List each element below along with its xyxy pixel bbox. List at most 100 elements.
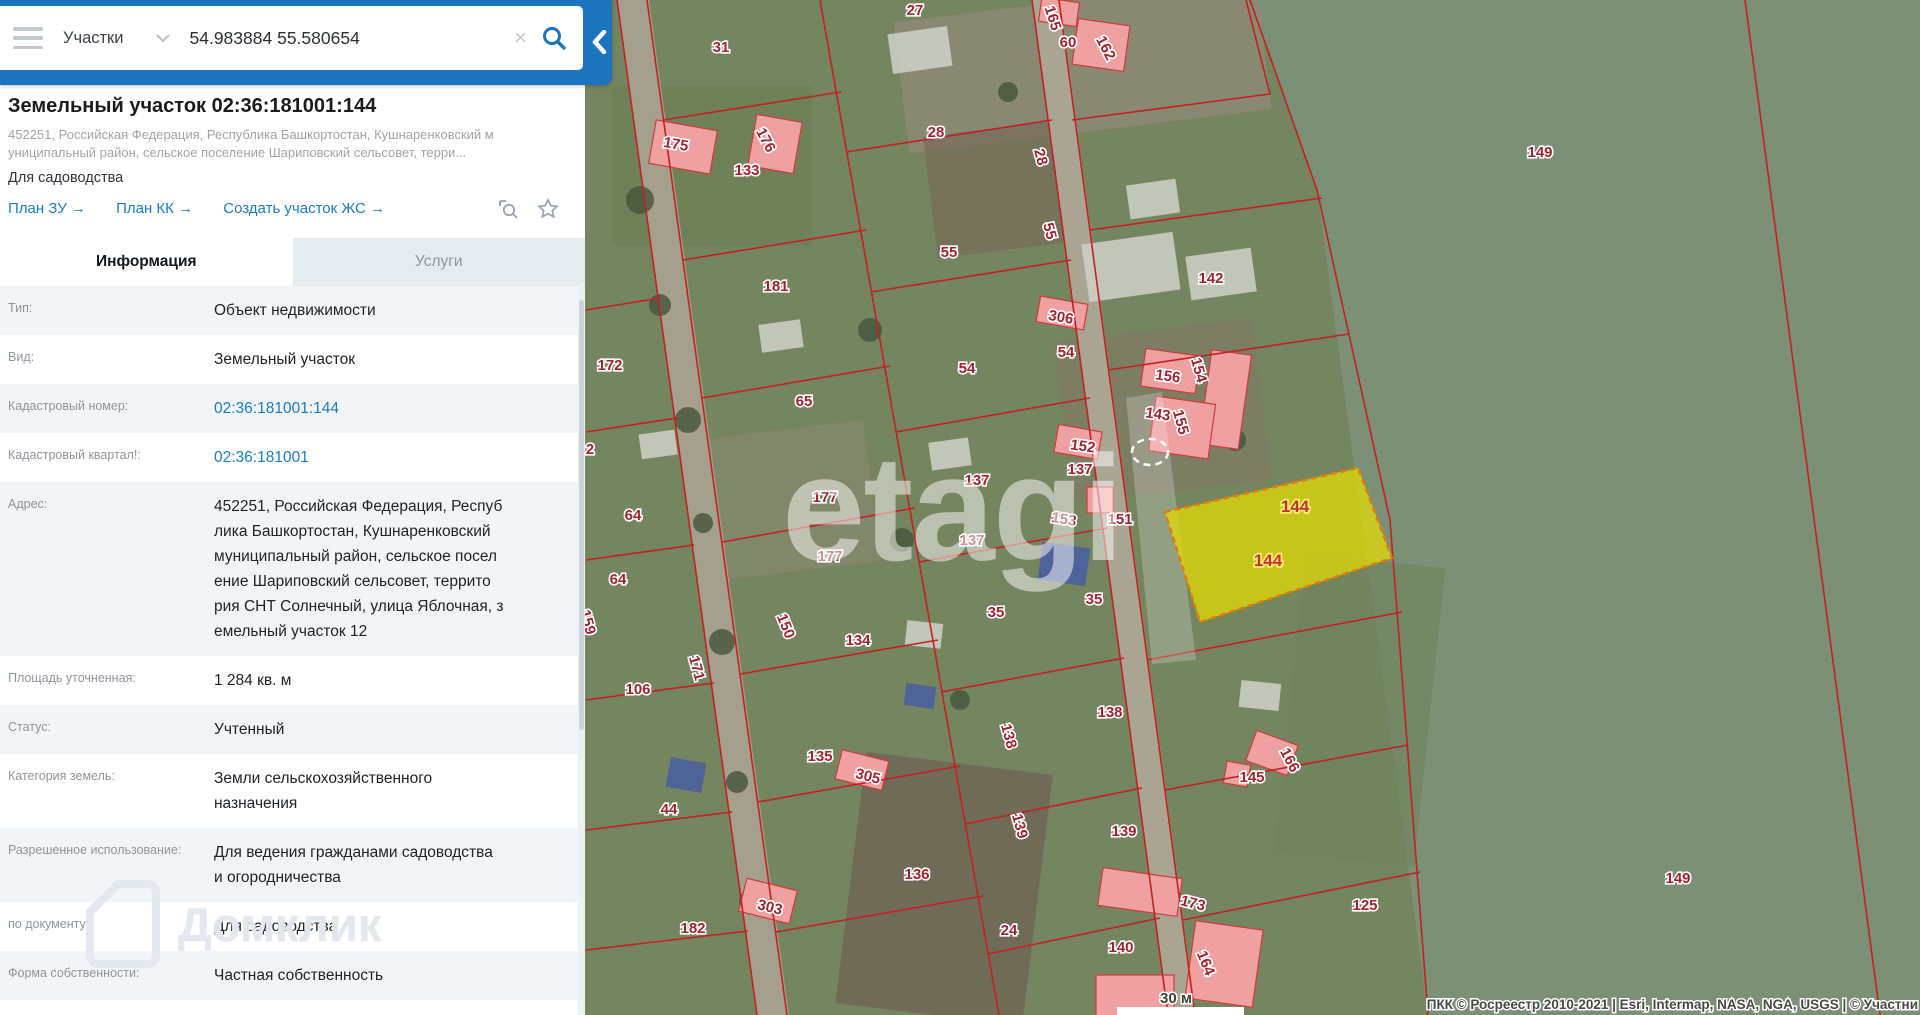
info-row: Площадь уточненная: 1 284 кв. м — [0, 656, 585, 705]
parcel-label[interactable]: 64 — [608, 569, 629, 589]
info-label: Разрешенное использование: — [8, 843, 182, 857]
parcel-label[interactable]: 135 — [806, 746, 834, 766]
action-links: План ЗУ → План КК → Создать участок ЖС → — [8, 197, 577, 226]
plan-kk-link[interactable]: План КК → — [116, 200, 193, 217]
info-row: по документу: Для садоводства — [0, 902, 585, 951]
parcel-label[interactable]: 64 — [623, 505, 644, 525]
info-value-link[interactable]: 02:36:181001 — [206, 433, 585, 482]
parcel-label[interactable]: 181 — [762, 276, 790, 296]
info-label: Площадь уточненная: — [8, 671, 136, 685]
info-label: Статус: — [8, 720, 51, 734]
parcel-label[interactable]: 2 — [584, 439, 596, 459]
parcel-info-panel: Земельный участок 02:36:181001:144 45225… — [0, 85, 585, 1015]
info-row: Статус: Учтенный — [0, 705, 585, 754]
parcel-label[interactable]: 149 — [1526, 142, 1554, 162]
parcel-label[interactable]: 138 — [1096, 702, 1124, 722]
address-preview: 452251, Российская Федерация, Республика… — [8, 127, 494, 160]
info-table: Тип: Объект недвижимости Вид: Земельный уча… — [0, 286, 585, 1000]
search-category-dropdown[interactable]: Участки — [63, 29, 124, 48]
search-icon[interactable] — [541, 25, 567, 51]
parcel-label[interactable]: 54 — [1056, 342, 1077, 362]
parcel-label[interactable]: 35 — [1084, 589, 1104, 609]
parcel-label[interactable]: 134 — [844, 630, 873, 650]
parcel-label[interactable]: 55 — [939, 242, 959, 262]
parcel-label[interactable]: 142 — [1197, 268, 1225, 288]
info-value: 452251, Российская Федерация, Респуб лик… — [214, 498, 504, 640]
info-label: Вид: — [8, 350, 35, 364]
info-value: Для садоводства — [214, 918, 338, 935]
create-parcel-link[interactable]: Создать участок ЖС → — [223, 200, 385, 217]
parcel-label[interactable]: 143 — [1143, 403, 1173, 427]
info-label: Тип: — [8, 301, 33, 315]
parcel-label[interactable]: 172 — [596, 355, 624, 375]
parcel-label[interactable]: 27 — [905, 0, 925, 20]
info-label: Дата внесения в ЕГРН: — [0, 1000, 206, 1015]
info-value-link[interactable]: 02:36:181001:144 — [206, 384, 585, 433]
info-value: Объект недвижимости — [214, 302, 376, 319]
scrollbar-thumb[interactable] — [579, 300, 584, 730]
parcel-label[interactable]: 65 — [794, 391, 814, 411]
parcel-label[interactable]: 54 — [957, 358, 978, 378]
parcel-label[interactable]: 35 — [986, 602, 1006, 622]
collapse-panel-icon[interactable] — [589, 24, 609, 60]
info-row: Адрес: 452251, Российская Федерация, Респ… — [0, 482, 585, 656]
parcel-label[interactable]: 44 — [659, 799, 680, 819]
info-value: 00.00.0000 — [206, 1000, 585, 1015]
info-row: Кадастровый квартал!: 02:36:181001 — [0, 433, 585, 482]
parcel-label[interactable]: 125 — [1351, 895, 1379, 915]
search-header: Участки × — [0, 0, 612, 85]
menu-icon[interactable] — [13, 27, 43, 49]
search-card: Участки × — [0, 6, 583, 70]
panel-tabs: Информация Услуги — [0, 238, 585, 286]
info-value: Частная собственность — [214, 967, 384, 984]
page-title: Земельный участок 02:36:181001:144 — [8, 95, 377, 117]
info-row: Форма собственности: Частная собственност… — [0, 951, 585, 1000]
info-value: Для ведения гражданами садоводства и ого… — [214, 844, 493, 886]
info-label: по документу: — [8, 917, 90, 931]
scale-label: 30 м — [1160, 990, 1192, 1007]
map-attribution: ПКК © Росреестр 2010-2021 | Esri, Interm… — [1427, 997, 1918, 1012]
parcel-label[interactable]: 140 — [1107, 937, 1135, 957]
info-row: Категория земель: Земли сельскохозяйствен… — [0, 754, 585, 828]
tab-information[interactable]: Информация — [0, 238, 293, 286]
plan-zu-link[interactable]: План ЗУ → — [8, 200, 86, 217]
scale-bar — [1117, 1007, 1244, 1015]
parcel-label[interactable]: 182 — [679, 918, 707, 938]
info-label: Форма собственности: — [8, 966, 140, 980]
parcel-label[interactable]: 145 — [1238, 767, 1266, 787]
info-label: Кадастровый номер: — [8, 399, 129, 413]
parcel-label[interactable]: 106 — [624, 679, 652, 699]
tab-services[interactable]: Услуги — [292, 238, 585, 286]
info-value: 1 284 кв. м — [214, 672, 292, 689]
favorite-star-icon[interactable] — [537, 197, 559, 220]
etagi-watermark: etagi — [782, 424, 1122, 592]
sidebar-scrollbar[interactable] — [578, 284, 585, 1015]
parcel-label[interactable]: 156 — [1153, 365, 1183, 389]
info-row: Кадастровый номер: 02:36:181001:144 — [0, 384, 585, 433]
info-row: Разрешенное использование: Для ведения гр… — [0, 828, 585, 902]
info-row: Вид: Земельный участок — [0, 335, 585, 384]
clear-search-icon[interactable]: × — [514, 27, 527, 49]
parcel-label[interactable]: 60 — [1058, 32, 1078, 52]
parcel-label[interactable]: 28 — [926, 122, 946, 142]
parcel-label[interactable]: 24 — [999, 920, 1020, 940]
purpose-text: Для садоводства — [8, 170, 124, 186]
plan-preview-icon[interactable] — [497, 198, 519, 220]
parcel-label[interactable]: 136 — [903, 864, 931, 884]
info-row: Тип: Объект недвижимости — [0, 286, 585, 335]
info-label: Адрес: — [8, 497, 48, 511]
info-label: Категория земель: — [8, 769, 115, 783]
parcel-label[interactable]: 149 — [1664, 868, 1692, 888]
parcel-label[interactable]: 31 — [711, 37, 731, 57]
search-input[interactable] — [187, 26, 515, 50]
info-value: Земли сельскохозяйственного назначения — [214, 770, 433, 812]
info-value: Земельный участок — [214, 351, 356, 368]
chevron-down-icon[interactable] — [155, 30, 170, 47]
info-value: Учтенный — [214, 721, 285, 738]
parcel-label[interactable]: 139 — [1110, 821, 1138, 841]
parcel-label-selected[interactable]: 144 — [1279, 495, 1311, 517]
parcel-label[interactable]: 133 — [733, 160, 761, 180]
parcel-label-selected[interactable]: 144 — [1252, 549, 1284, 571]
info-row-clipped: Дата внесения в ЕГРН: 00.00.0000 — [0, 1000, 585, 1015]
info-label: Кадастровый квартал!: — [8, 448, 141, 462]
